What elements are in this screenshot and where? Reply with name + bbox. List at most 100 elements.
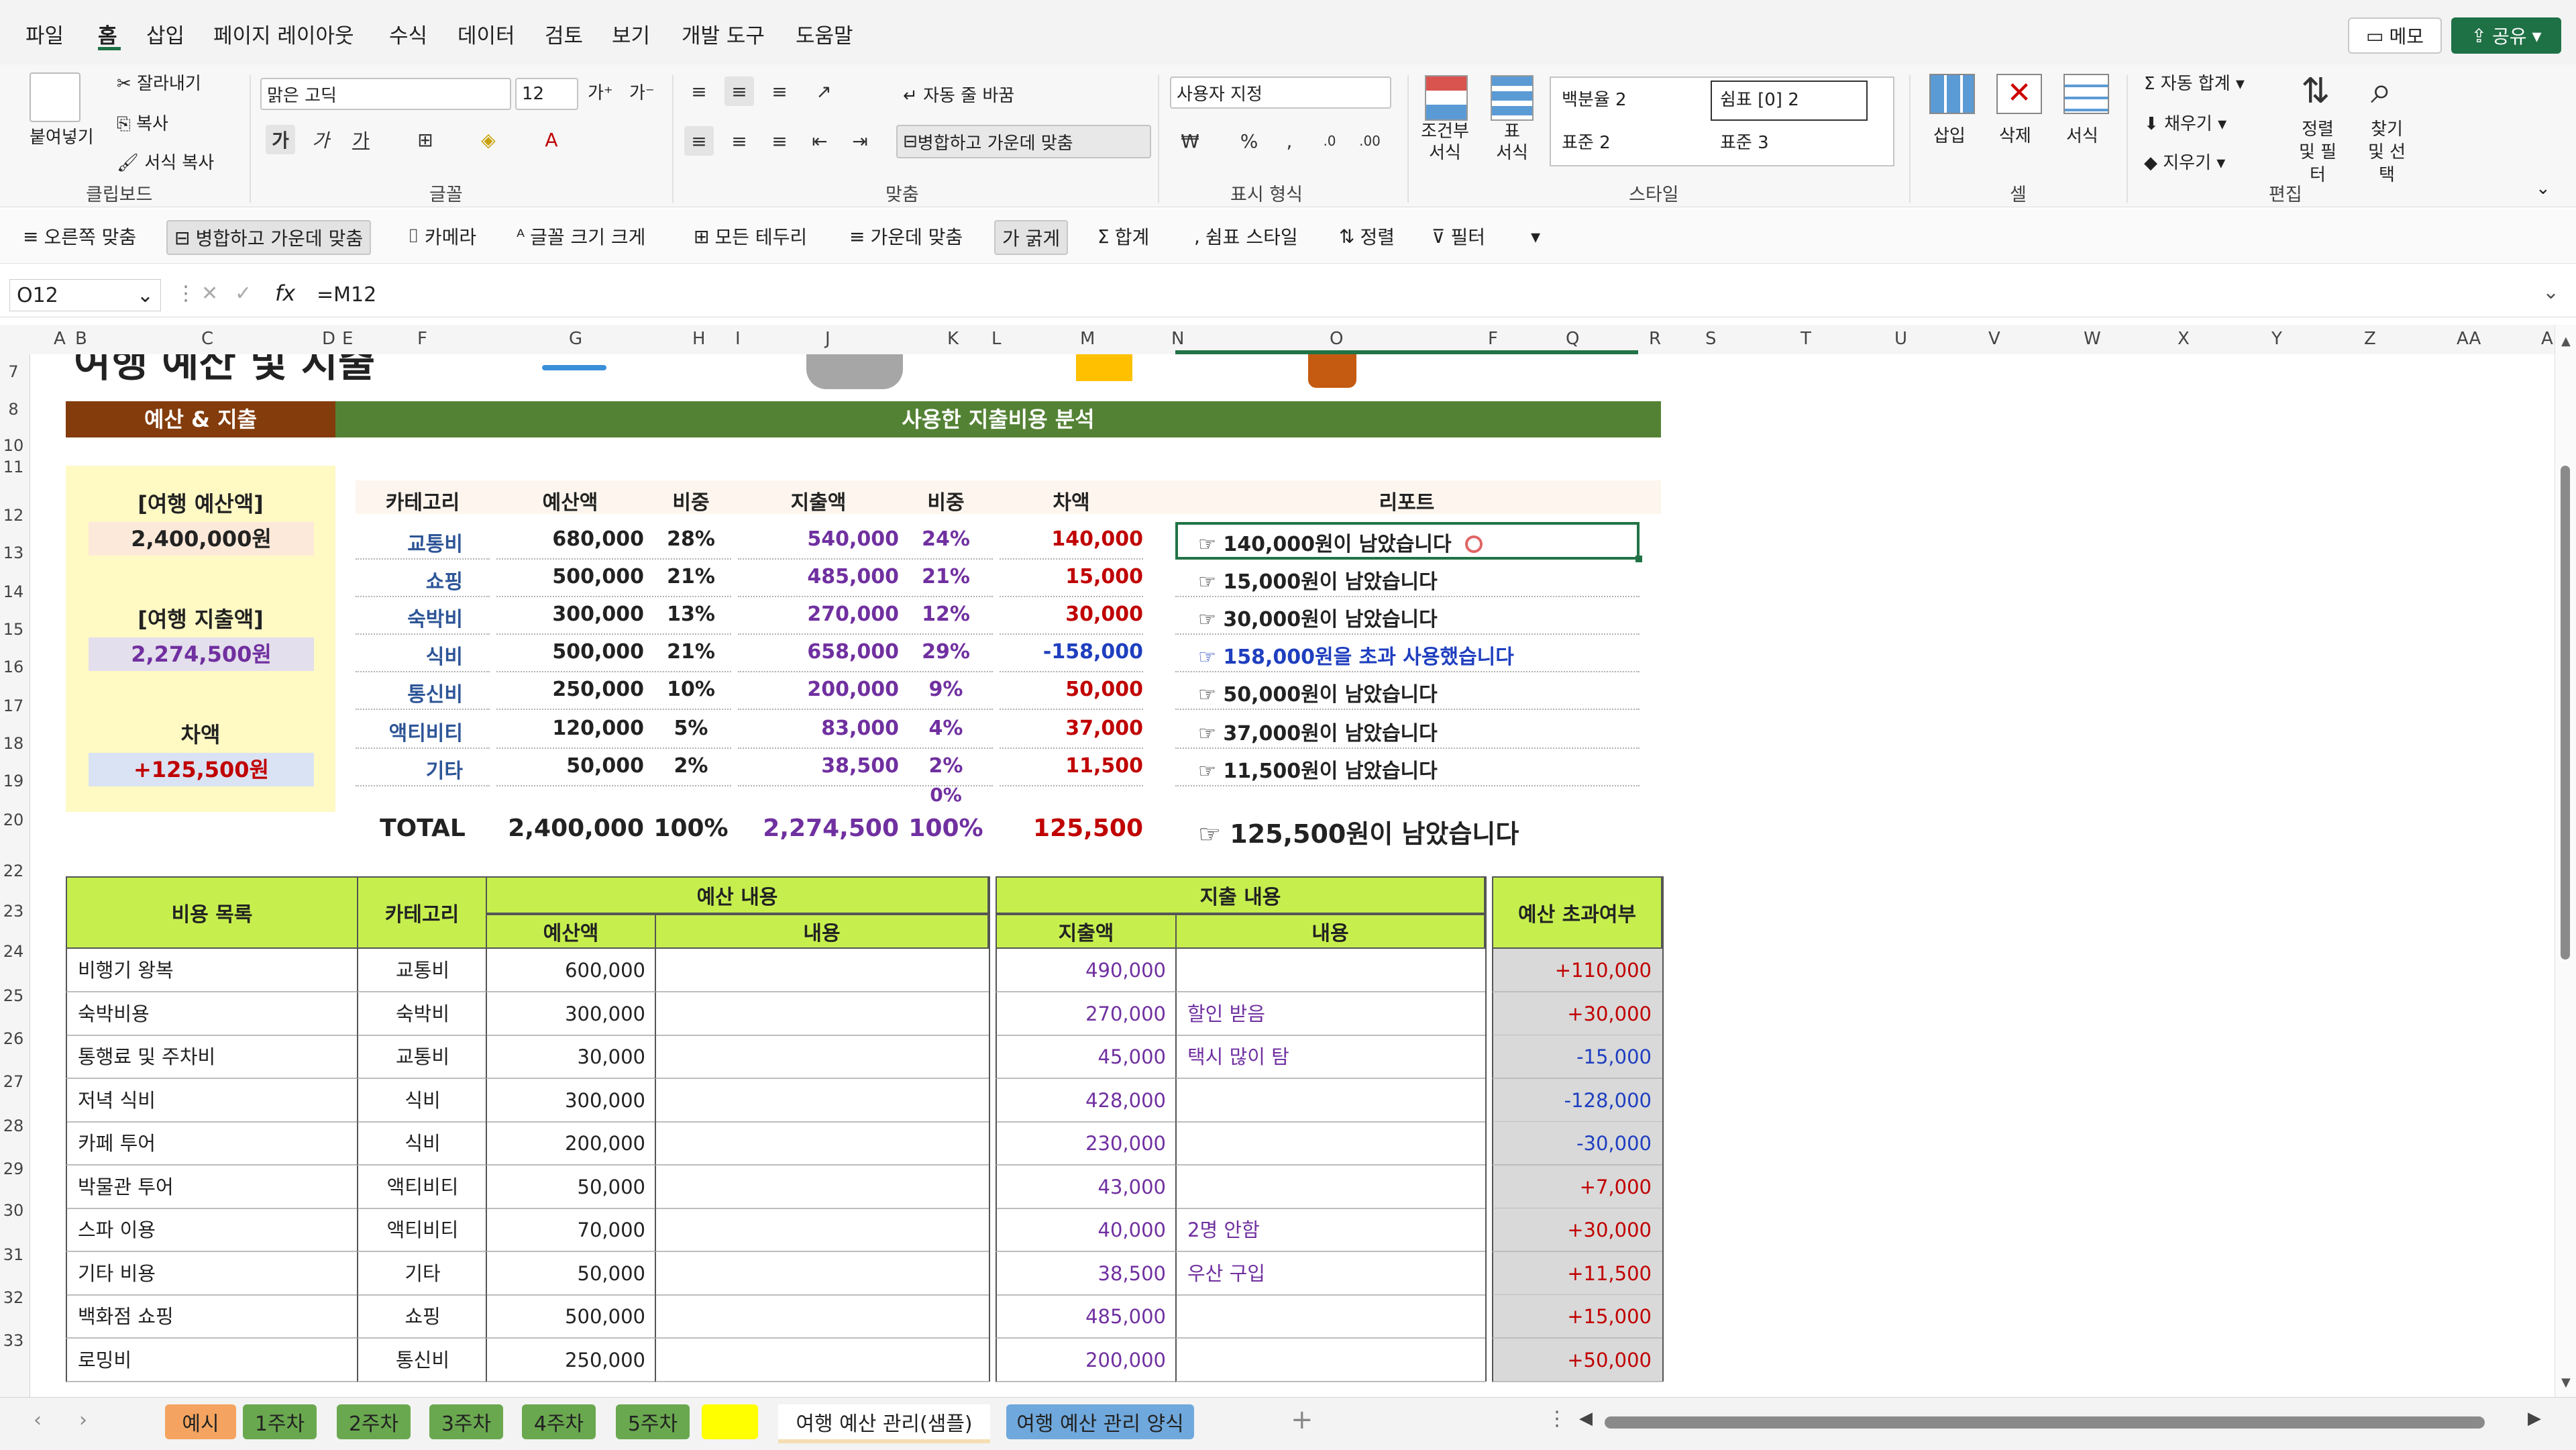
align-bottom-icon[interactable]: ≡ <box>765 76 794 106</box>
column-header[interactable]: V <box>1988 329 2000 349</box>
menu-review[interactable]: 검토 <box>545 19 583 49</box>
formula-input[interactable]: =M12 <box>317 280 2544 310</box>
fill-handle[interactable] <box>1635 556 1642 562</box>
qa-filter[interactable]: ⊽ 필터 <box>1425 220 1492 252</box>
currency-icon[interactable]: ₩ <box>1175 126 1205 156</box>
qa-align-center[interactable]: ≡ 가운데 맞춤 <box>843 220 969 252</box>
scroll-left-icon[interactable]: ◀ <box>1579 1408 1593 1429</box>
column-header[interactable]: Y <box>2271 329 2282 349</box>
column-header[interactable]: M <box>1080 329 1095 349</box>
row-header[interactable]: 7 <box>0 362 27 381</box>
row-header[interactable]: 28 <box>0 1117 27 1135</box>
menu-view[interactable]: 보기 <box>612 19 650 49</box>
orientation-icon[interactable]: ↗ <box>809 76 839 106</box>
column-header[interactable]: A <box>54 329 66 349</box>
row-header[interactable]: 12 <box>0 506 27 525</box>
sort-filter-button[interactable]: 정렬 및 필터 <box>2293 118 2343 187</box>
row-header[interactable]: 8 <box>0 400 27 419</box>
qa-grow-font[interactable]: ᴬ 글꼴 크기 크게 <box>510 220 652 252</box>
decrease-indent-icon[interactable]: ⇤ <box>805 126 835 156</box>
row-header[interactable]: 29 <box>0 1159 27 1178</box>
shrink-font-button[interactable]: 가⁻ <box>629 79 655 104</box>
insert-cells-icon[interactable] <box>1929 74 1975 114</box>
number-format-select[interactable]: 사용자 지정 <box>1170 76 1391 109</box>
paste-icon[interactable] <box>30 72 80 122</box>
font-color-icon[interactable]: A <box>537 125 566 154</box>
cut-button[interactable]: ✂ 잘라내기 <box>117 70 201 95</box>
column-header[interactable]: Q <box>1566 329 1579 349</box>
column-header[interactable]: U <box>1894 329 1907 349</box>
column-header[interactable]: F <box>417 329 427 349</box>
row-header[interactable]: 30 <box>0 1201 27 1220</box>
percent-icon[interactable]: % <box>1234 126 1264 156</box>
row-header[interactable]: 23 <box>0 902 27 921</box>
horizontal-scrollbar-thumb[interactable] <box>1605 1416 2485 1429</box>
more-icon[interactable]: ⋮ <box>1547 1407 1567 1431</box>
table-format-button[interactable]: 표 서식 <box>1493 121 1531 164</box>
vertical-scrollbar[interactable]: ▲ ▼ <box>2555 325 2576 1397</box>
conditional-format-icon[interactable] <box>1425 75 1468 121</box>
border-icon[interactable]: ⊞ <box>411 125 440 154</box>
sheet-tab[interactable]: 2주차 <box>337 1404 411 1439</box>
clear-button[interactable]: ◆ 지우기 ▾ <box>2144 149 2225 174</box>
column-header[interactable]: W <box>2084 329 2101 349</box>
delete-cells-button[interactable]: 삭제 <box>1999 122 2031 147</box>
row-header[interactable]: 18 <box>0 734 27 753</box>
insert-cells-button[interactable]: 삽입 <box>1933 122 1966 147</box>
sheet-tab[interactable]: 3주차 <box>429 1404 503 1439</box>
sheet-tab[interactable]: 여행 예산 관리 양식 <box>1006 1404 1194 1439</box>
share-button[interactable]: ⇪ 공유 ▾ <box>2451 17 2561 54</box>
row-header[interactable]: 17 <box>0 696 27 715</box>
row-header[interactable]: 32 <box>0 1288 27 1307</box>
row-header[interactable]: 14 <box>0 582 27 601</box>
table-format-icon[interactable] <box>1491 75 1534 121</box>
row-header[interactable]: 20 <box>0 811 27 829</box>
bold-button[interactable]: 가 <box>266 125 295 154</box>
column-header[interactable]: J <box>825 329 830 349</box>
row-header[interactable]: 24 <box>0 942 27 961</box>
sheet-tab[interactable]: 5주차 <box>616 1404 690 1439</box>
scroll-down-icon[interactable]: ▼ <box>2561 1376 2571 1390</box>
qa-align-right[interactable]: ≡ 오른쪽 맞춤 <box>16 220 143 252</box>
autosum-button[interactable]: Σ 자동 합계 ▾ <box>2144 70 2245 95</box>
row-header[interactable]: 11 <box>0 458 27 476</box>
column-header[interactable]: Z <box>2364 329 2376 349</box>
merge-center-button[interactable]: ⊟ 병합하고 가운데 맞춤 <box>896 125 1151 158</box>
column-header[interactable]: AA <box>2457 329 2481 349</box>
next-sheet-icon[interactable]: › <box>79 1408 87 1432</box>
menu-data[interactable]: 데이터 <box>458 19 515 49</box>
align-right-icon[interactable]: ≡ <box>765 126 794 156</box>
sort-filter-icon[interactable]: ⇅ <box>2301 71 2330 111</box>
copy-button[interactable]: ⎘ 복사 <box>117 110 168 135</box>
column-header[interactable]: I <box>735 329 741 349</box>
row-header[interactable]: 26 <box>0 1029 27 1048</box>
fill-button[interactable]: ⬇ 채우기 ▾ <box>2144 110 2226 135</box>
align-top-icon[interactable]: ≡ <box>684 76 714 106</box>
collapse-ribbon-icon[interactable]: ⌄ <box>2536 178 2551 199</box>
column-header[interactable]: L <box>991 329 1002 349</box>
menu-help[interactable]: 도움말 <box>796 19 853 49</box>
grow-font-button[interactable]: 가⁺ <box>588 79 613 104</box>
column-header[interactable]: R <box>1649 329 1661 349</box>
align-center-icon[interactable]: ≡ <box>724 126 754 156</box>
qa-camera[interactable]: ⌷ 카메라 <box>401 220 483 252</box>
add-sheet-icon[interactable]: + <box>1291 1404 1313 1435</box>
italic-button[interactable]: 가 <box>306 125 335 154</box>
qa-bold[interactable]: 가 굵게 <box>994 220 1069 255</box>
qa-customize-icon[interactable]: ▾ <box>1524 220 1547 252</box>
sheet-tab[interactable]: 여행 예산 관리(샘플) <box>778 1404 990 1443</box>
column-header[interactable]: H <box>692 329 706 349</box>
align-middle-icon[interactable]: ≡ <box>724 76 754 106</box>
sheet-tab[interactable]: 1주차 <box>243 1404 317 1439</box>
style-normal-2[interactable]: 표준 2 <box>1562 129 1611 154</box>
row-header[interactable]: 13 <box>0 543 27 562</box>
find-select-button[interactable]: 찾기 및 선택 <box>2361 118 2412 187</box>
style-normal-3[interactable]: 표준 3 <box>1720 129 1769 154</box>
menu-page-layout[interactable]: 페이지 레이아웃 <box>213 19 354 49</box>
increase-indent-icon[interactable]: ⇥ <box>845 126 875 156</box>
column-header[interactable]: C <box>201 329 213 349</box>
row-header[interactable]: 10 <box>0 436 27 455</box>
worksheet[interactable]: 7 8 10 11 12 13 14 15 16 17 18 19 20 22 23 24 25 26 27 28 29… <box>0 354 2555 1397</box>
row-header[interactable]: 33 <box>0 1331 27 1350</box>
column-header[interactable]: G <box>569 329 582 349</box>
